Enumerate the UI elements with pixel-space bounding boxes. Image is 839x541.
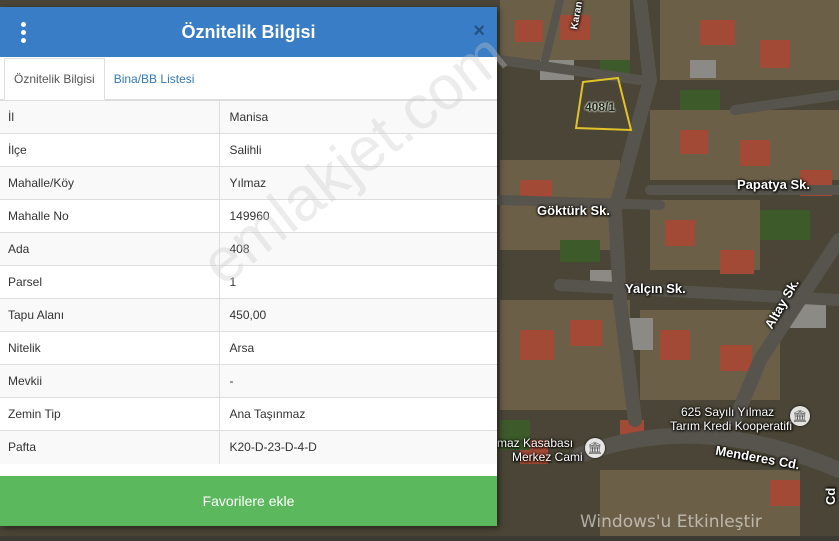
attribute-table: İl Manisa İlçe Salihli Mahalle/Köy Yılmaz M… [0,100,497,464]
tab-bar: Öznitelik Bilgisi Bina/BB Listesi [0,57,497,100]
kebab-menu-icon[interactable] [12,19,34,45]
tab-attribute-info[interactable]: Öznitelik Bilgisi [4,58,105,100]
street-label-gokturk: Göktürk Sk. [537,203,610,218]
attribute-key: İl [0,100,220,134]
attribute-panel: Öznitelik Bilgisi × Öznitelik Bilgisi Bi… [0,7,497,526]
table-row: Ada 408 [0,232,497,266]
landmark-icon[interactable]: 🏛 [585,438,605,458]
table-row: Mahalle No 149960 [0,199,497,233]
attribute-value: K20-D-23-D-4-D [219,430,497,464]
attribute-value: 408 [219,232,497,266]
panel-title: Öznitelik Bilgisi [181,21,316,42]
attribute-key: Nitelik [0,331,220,365]
street-label-papatya: Papatya Sk. [737,177,810,192]
panel-header: Öznitelik Bilgisi × [0,7,497,57]
table-row: Mevkii - [0,364,497,398]
add-to-favorites-button[interactable]: Favorilere ekle [0,476,497,526]
table-row: Pafta K20-D-23-D-4-D [0,430,497,464]
street-label-yalcin: Yalçın Sk. [625,281,686,296]
attribute-key: Ada [0,232,220,266]
attribute-key: Zemin Tip [0,397,220,431]
attribute-key: Mevkii [0,364,220,398]
table-row: İl Manisa [0,100,497,134]
attribute-value: Manisa [219,100,497,134]
poi-label-mosque-line2: Merkez Cami [512,450,583,464]
attribute-key: Mahalle No [0,199,220,233]
attribute-value: - [219,364,497,398]
table-row: Tapu Alanı 450,00 [0,298,497,332]
street-label-cd: Cd [823,487,838,505]
attribute-value: 1 [219,265,497,299]
attribute-value: 149960 [219,199,497,233]
table-row: Nitelik Arsa [0,331,497,365]
table-row: İlçe Salihli [0,133,497,167]
table-row: Parsel 1 [0,265,497,299]
attribute-key: Mahalle/Köy [0,166,220,200]
landmark-icon[interactable]: 🏛 [790,406,810,426]
attribute-value: Yılmaz [219,166,497,200]
poi-label-mosque-line1: maz Kasabası [497,436,574,450]
tab-building-list[interactable]: Bina/BB Listesi [105,59,204,99]
attribute-key: İlçe [0,133,220,167]
attribute-key: Pafta [0,430,220,464]
close-icon[interactable]: × [473,20,485,43]
windows-activation-watermark: Windows'u Etkinleştir [580,512,762,532]
table-row: Mahalle/Köy Yılmaz [0,166,497,200]
attribute-value: Salihli [219,133,497,167]
attribute-key: Tapu Alanı [0,298,220,332]
table-row: Zemin Tip Ana Taşınmaz [0,397,497,431]
attribute-value: 450,00 [219,298,497,332]
attribute-value: Arsa [219,331,497,365]
attribute-value: Ana Taşınmaz [219,397,497,431]
parcel-label: 408/1 [585,100,616,114]
poi-label-cooperative-line1: 625 Sayılı Yılmaz [681,405,775,419]
attribute-key: Parsel [0,265,220,299]
poi-label-cooperative-line2: Tarım Kredi Kooperatifi [670,419,793,433]
